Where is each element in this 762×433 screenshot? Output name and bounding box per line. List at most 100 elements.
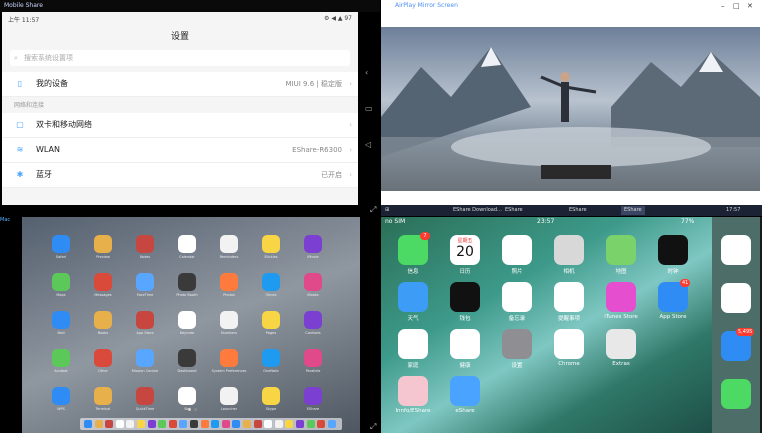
app-icon[interactable] (136, 273, 154, 291)
dock-icon[interactable] (84, 420, 92, 428)
settings-row-my-device[interactable]: ▯ 我的设备 MIUI 9.6 | 稳定版 › (2, 72, 358, 97)
app-icon[interactable] (398, 376, 428, 406)
dock-icon[interactable] (327, 420, 336, 428)
settings-row-bluetooth[interactable]: ✱ 蓝牙 已开启 › (2, 163, 358, 188)
search-input[interactable]: ⌕ 搜索系统设置项 (10, 50, 350, 66)
app-icon[interactable] (658, 235, 688, 265)
dock-app-icon[interactable] (721, 283, 751, 313)
app-icon[interactable] (52, 273, 70, 291)
app-icon[interactable] (554, 329, 584, 359)
expand-icon[interactable]: ⤢ (370, 205, 376, 215)
app-icon[interactable] (262, 311, 280, 329)
taskbar-item[interactable]: EShare (569, 206, 587, 215)
dock-icon[interactable] (105, 420, 114, 428)
app-icon[interactable] (554, 282, 584, 312)
recents-icon[interactable]: ◁ (365, 140, 371, 149)
app-icon[interactable] (52, 387, 70, 405)
app-icon[interactable]: 星期五 20 (450, 235, 480, 265)
app-icon[interactable] (94, 349, 112, 367)
app-icon[interactable] (220, 235, 238, 253)
start-icon[interactable]: ⊞ (385, 206, 389, 215)
app-icon[interactable] (304, 349, 322, 367)
app-icon[interactable] (606, 235, 636, 265)
app-icon[interactable] (606, 329, 636, 359)
dock-icon[interactable] (168, 420, 177, 428)
expand-icon[interactable]: ⤢ (370, 422, 376, 432)
dock-icon[interactable] (232, 420, 241, 428)
app-label: App Store (659, 314, 687, 320)
app-icon[interactable] (262, 387, 280, 405)
app-icon[interactable] (220, 387, 238, 405)
taskbar-item[interactable]: EShare (621, 206, 645, 215)
app-icon[interactable] (262, 349, 280, 367)
app-icon[interactable] (94, 387, 112, 405)
dock-app-icon[interactable] (721, 379, 751, 409)
dock-icon[interactable] (179, 420, 188, 428)
app-icon[interactable] (220, 349, 238, 367)
app-icon[interactable] (136, 349, 154, 367)
app-icon[interactable] (502, 329, 532, 359)
app-icon[interactable] (136, 235, 154, 253)
dock-icon[interactable] (264, 420, 273, 428)
dock-app-icon[interactable] (721, 235, 751, 265)
dock-icon[interactable] (211, 420, 220, 428)
dock-icon[interactable] (115, 420, 124, 428)
app-icon[interactable] (398, 329, 428, 359)
app-icon[interactable] (52, 235, 70, 253)
dock-icon[interactable] (296, 420, 304, 428)
search-icon: ⌕ (14, 54, 18, 62)
app-icon[interactable] (220, 311, 238, 329)
app-icon[interactable] (398, 282, 428, 312)
minimize-icon[interactable]: – (721, 0, 725, 12)
dock-icon[interactable] (221, 420, 230, 428)
taskbar-item[interactable]: EShare (505, 206, 523, 215)
app-icon[interactable] (178, 387, 196, 405)
app-icon[interactable] (52, 311, 70, 329)
app-icon[interactable] (304, 311, 322, 329)
app-icon[interactable] (220, 273, 238, 291)
dock-icon[interactable] (200, 420, 209, 428)
dock-icon[interactable] (158, 420, 167, 428)
app-icon[interactable] (178, 311, 196, 329)
app-icon[interactable] (502, 235, 532, 265)
app-icon[interactable] (502, 282, 532, 312)
app-icon[interactable] (94, 311, 112, 329)
app-icon[interactable] (304, 235, 322, 253)
dock-icon[interactable] (190, 420, 198, 428)
dock-icon[interactable] (285, 420, 294, 428)
close-icon[interactable]: ✕ (747, 0, 753, 12)
app-icon[interactable] (606, 282, 636, 312)
dock-icon[interactable] (126, 420, 135, 428)
app-icon[interactable] (178, 235, 196, 253)
app-icon[interactable] (450, 282, 480, 312)
taskbar-item[interactable]: EShare Download… (453, 206, 503, 215)
dock-icon[interactable] (253, 420, 262, 428)
dock-icon[interactable] (137, 420, 145, 428)
app-icon[interactable] (262, 235, 280, 253)
app-icon[interactable] (262, 273, 280, 291)
dock-icon[interactable] (274, 420, 283, 428)
dock-icon[interactable] (243, 420, 251, 428)
settings-row-wlan[interactable]: ≋ WLAN EShare-R6300 › (2, 138, 358, 163)
home-icon[interactable]: ▭ (365, 104, 373, 113)
app-icon[interactable] (52, 349, 70, 367)
dock-icon[interactable] (147, 420, 156, 428)
app-icon[interactable] (178, 349, 196, 367)
app-icon[interactable] (94, 235, 112, 253)
dock-icon[interactable] (306, 420, 315, 428)
app-icon[interactable] (136, 311, 154, 329)
video-frame[interactable] (381, 27, 760, 191)
back-icon[interactable]: ‹ (365, 68, 368, 77)
app-icon[interactable] (178, 273, 196, 291)
app-icon[interactable] (304, 387, 322, 405)
dock-icon[interactable] (94, 420, 103, 428)
maximize-icon[interactable]: □ (733, 0, 740, 12)
app-icon[interactable] (450, 376, 480, 406)
app-icon[interactable] (94, 273, 112, 291)
app-icon[interactable] (136, 387, 154, 405)
settings-row-sim[interactable]: ▢ 双卡和移动网络 › (2, 113, 358, 138)
dock-icon[interactable] (317, 420, 326, 428)
app-icon[interactable] (304, 273, 322, 291)
app-icon[interactable] (554, 235, 584, 265)
app-icon[interactable] (450, 329, 480, 359)
